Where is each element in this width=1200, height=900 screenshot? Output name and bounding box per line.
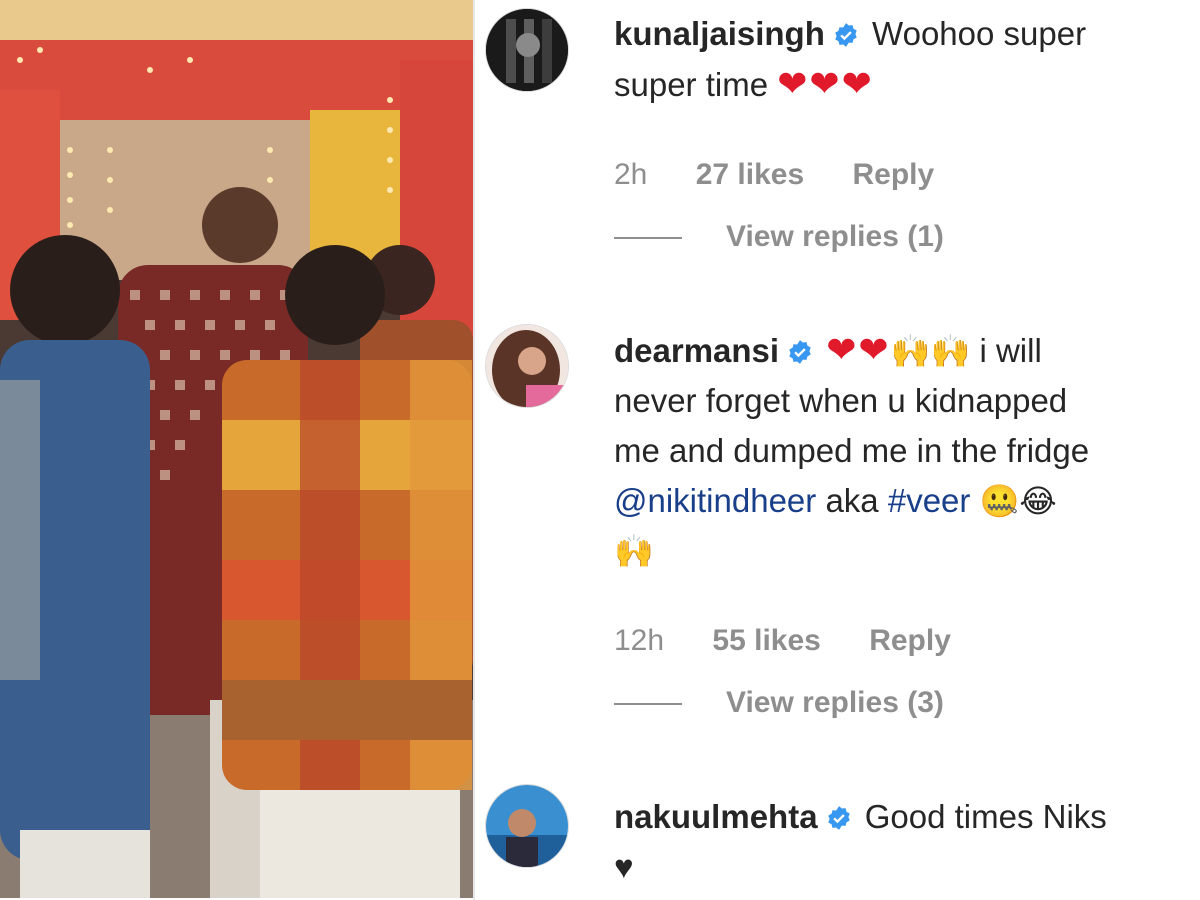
replies-divider <box>614 703 682 706</box>
reply-button[interactable]: Reply <box>853 158 935 192</box>
comment-dearmansi: dearmansi ❤❤🙌🙌 i will never forget when … <box>476 310 1200 760</box>
zipper-mouth-tears-of-joy-emoji-icon: 🤐😂 <box>979 483 1057 519</box>
username[interactable]: dearmansi <box>614 332 779 369</box>
comment-text: Good times Niks <box>864 798 1107 835</box>
comment-text-line2: super time <box>614 66 769 103</box>
avatar[interactable] <box>485 784 569 868</box>
avatar-image <box>486 9 568 91</box>
replies-divider <box>614 237 682 240</box>
video-frame-illustration <box>0 0 473 898</box>
comment-nakuulmehta: nakuulmehta Good times Niks ♥ <box>476 770 1200 900</box>
comment-text-aka: aka <box>825 482 879 519</box>
verified-badge-icon <box>835 23 857 47</box>
username[interactable]: kunaljaisingh <box>614 15 825 52</box>
comment-body: dearmansi ❤❤🙌🙌 i will never forget when … <box>614 325 1194 576</box>
raised-hands-emoji-icon: 🙌 <box>614 533 654 569</box>
comments-list: kunaljaisingh Woohoo super super time ❤❤… <box>476 0 1200 900</box>
avatar-image <box>486 785 568 867</box>
comment-text-line2: never forget when u kidnapped <box>614 382 1068 419</box>
verified-badge-icon <box>827 806 850 830</box>
verified-badge-icon <box>789 340 811 364</box>
panel-divider <box>473 0 475 900</box>
heart-emoji-icon: ❤❤❤ <box>777 63 874 104</box>
likes-count[interactable]: 55 likes <box>712 624 820 658</box>
comment-body: kunaljaisingh Woohoo super super time ❤❤… <box>614 9 1194 110</box>
comment-meta: 2h 27 likes Reply <box>614 158 974 192</box>
likes-count[interactable]: 27 likes <box>696 158 804 192</box>
view-replies-label: View replies (1) <box>726 220 944 253</box>
comment-text-line3: me and dumped me in the fridge <box>614 432 1090 469</box>
avatar-image <box>486 325 568 407</box>
comment-meta: 12h 55 likes Reply <box>614 624 991 658</box>
comment-kunaljaisingh: kunaljaisingh Woohoo super super time ❤❤… <box>476 0 1200 300</box>
hashtag-link[interactable]: #veer <box>888 482 971 519</box>
view-replies-button[interactable]: View replies (1) <box>614 220 944 254</box>
black-heart-icon: ♥ <box>614 848 634 885</box>
mention-link[interactable]: @nikitindheer <box>614 482 816 519</box>
comment-text: i will <box>979 332 1042 369</box>
avatar[interactable] <box>485 324 569 408</box>
avatar[interactable] <box>485 8 569 92</box>
view-replies-button[interactable]: View replies (3) <box>614 686 944 720</box>
comment-body: nakuulmehta Good times Niks ♥ <box>614 792 1194 892</box>
username[interactable]: nakuulmehta <box>614 798 818 835</box>
post-video-still[interactable] <box>0 0 473 898</box>
comment-time: 12h <box>614 624 665 657</box>
reply-button[interactable]: Reply <box>869 624 951 658</box>
comment-time: 2h <box>614 158 648 191</box>
comment-text: Woohoo super <box>872 15 1087 52</box>
view-replies-label: View replies (3) <box>726 686 944 719</box>
heart-emoji-icon: ❤❤ <box>826 329 891 370</box>
raised-hands-emoji-icon: 🙌🙌 <box>890 333 971 369</box>
